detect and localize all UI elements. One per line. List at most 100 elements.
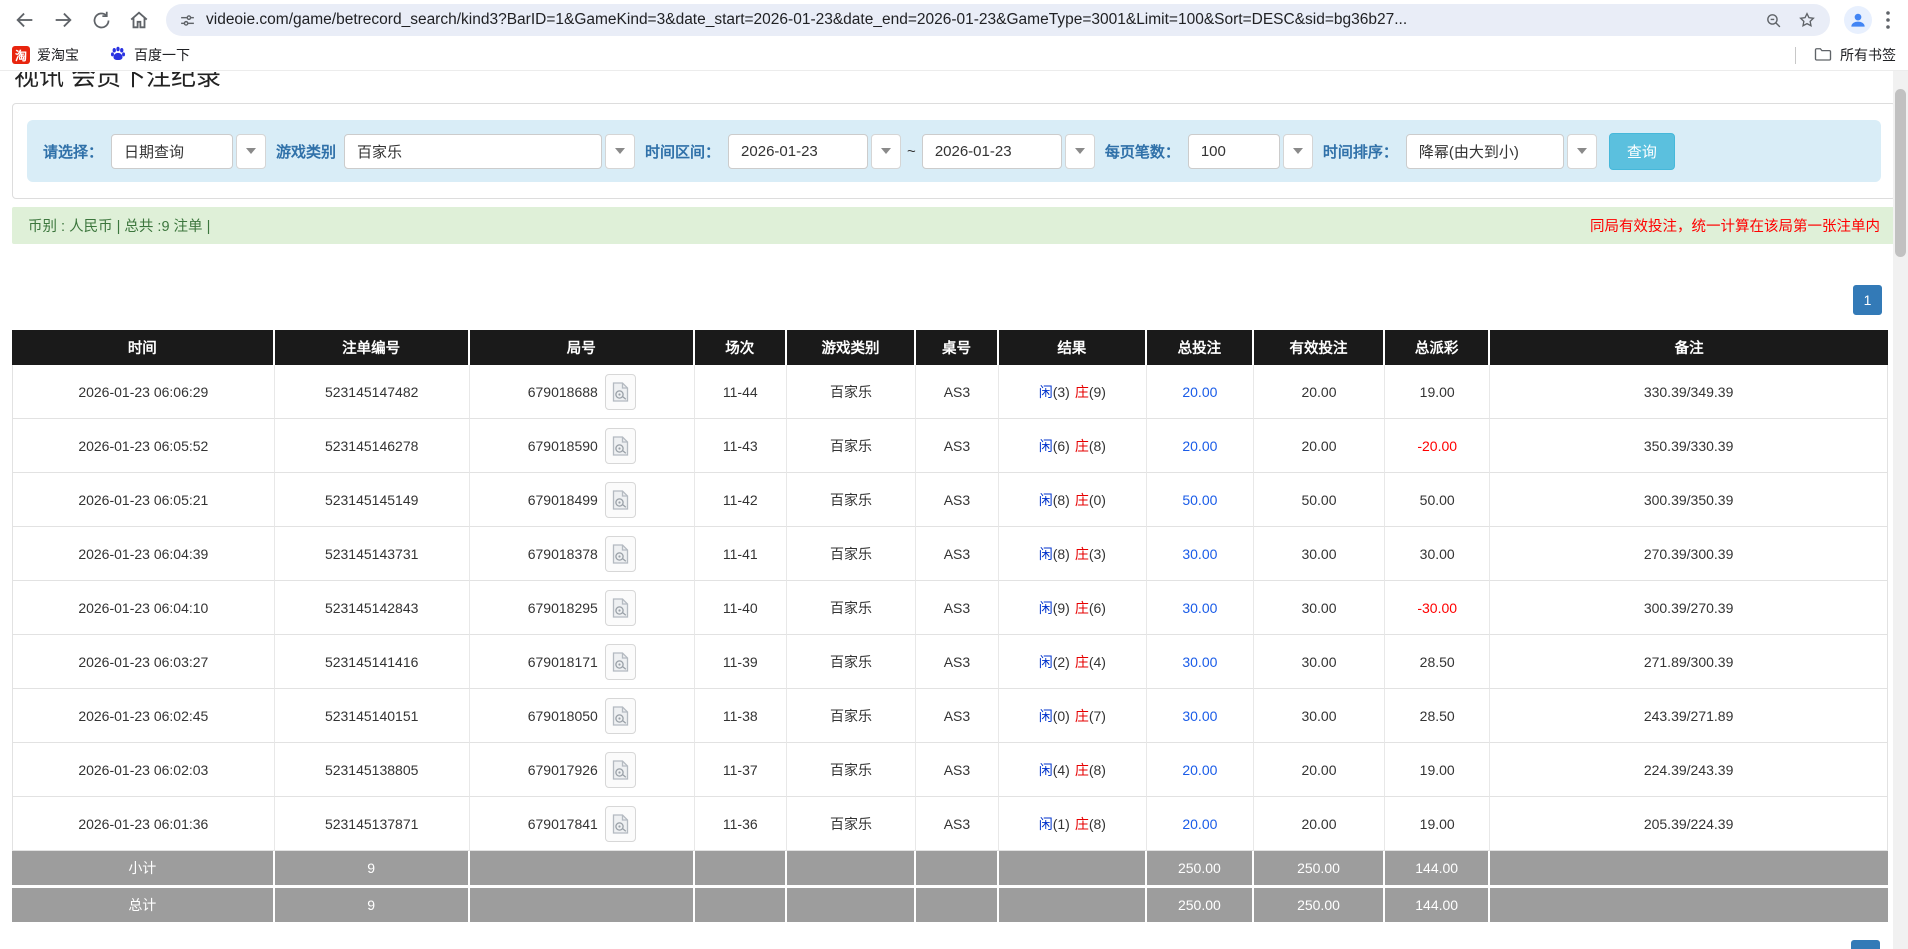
cell-result: 闲(6)庄(8)	[999, 419, 1147, 473]
chevron-down-icon[interactable]	[605, 134, 635, 169]
table-row: 2026-01-23 06:01:36 523145137871 6790178…	[12, 797, 1888, 851]
cell-session: 11-37	[695, 743, 787, 797]
chevron-down-icon[interactable]	[1283, 134, 1313, 169]
video-replay-button[interactable]	[605, 644, 636, 680]
notice-text: 同局有效投注，统一计算在该局第一张注单内	[1590, 215, 1880, 236]
reload-icon[interactable]	[86, 5, 116, 35]
bet-records-table: 时间 注单编号 局号 场次 游戏类别 桌号 结果 总投注 有效投注 总派彩 备注…	[12, 330, 1888, 922]
table-row: 2026-01-23 06:02:45 523145140151 6790180…	[12, 689, 1888, 743]
page-size-select[interactable]: 100	[1188, 134, 1313, 169]
header-round: 局号	[470, 330, 695, 365]
browser-toolbar: videoie.com/game/betrecord_search/kind3?…	[0, 0, 1908, 40]
chevron-down-icon[interactable]	[236, 134, 266, 169]
bookmark-star-icon[interactable]	[1794, 7, 1820, 33]
cell-bet-id: 523145146278	[275, 419, 470, 473]
game-type-select[interactable]: 百家乐	[344, 134, 635, 169]
sort-select[interactable]: 降幂(由大到小)	[1406, 134, 1597, 169]
video-replay-button[interactable]	[605, 752, 636, 788]
page-1-button[interactable]: 1	[1853, 285, 1882, 315]
profile-avatar-icon[interactable]	[1844, 6, 1872, 34]
cell-note: 224.39/243.39	[1490, 743, 1888, 797]
date-end-value: 2026-01-23	[922, 134, 1062, 169]
all-bookmarks[interactable]: 所有书签	[1795, 45, 1896, 65]
cell-game-type: 百家乐	[787, 797, 916, 851]
cell-total-bet[interactable]: 30.00	[1147, 581, 1254, 635]
cell-result: 闲(9)庄(6)	[999, 581, 1147, 635]
cell-game-type: 百家乐	[787, 419, 916, 473]
cell-result: 闲(3)庄(9)	[999, 365, 1147, 419]
round-number: 679017841	[528, 816, 598, 832]
bookmark-label: 百度一下	[134, 45, 190, 65]
scrollbar-thumb[interactable]	[1895, 89, 1906, 257]
cell-time: 2026-01-23 06:04:39	[12, 527, 275, 581]
zoom-icon[interactable]	[1760, 7, 1786, 33]
cell-game-type: 百家乐	[787, 473, 916, 527]
cell-total-bet[interactable]: 20.00	[1147, 365, 1254, 419]
round-number: 679018378	[528, 546, 598, 562]
cell-payout: 19.00	[1385, 365, 1490, 419]
table-row: 2026-01-23 06:05:21 523145145149 6790184…	[12, 473, 1888, 527]
url-text[interactable]: videoie.com/game/betrecord_search/kind3?…	[206, 11, 1752, 29]
cell-valid-bet: 50.00	[1254, 473, 1385, 527]
cell-payout: 30.00	[1385, 527, 1490, 581]
cell-total-bet[interactable]: 50.00	[1147, 473, 1254, 527]
cell-table: AS3	[916, 797, 999, 851]
cell-total-bet[interactable]: 30.00	[1147, 689, 1254, 743]
pagination-bottom-button[interactable]	[1851, 940, 1880, 949]
cell-payout: -30.00	[1385, 581, 1490, 635]
cell-game-type: 百家乐	[787, 365, 916, 419]
cell-table: AS3	[916, 581, 999, 635]
sort-label: 时间排序：	[1323, 141, 1398, 162]
video-replay-button[interactable]	[605, 590, 636, 626]
search-button[interactable]: 查询	[1609, 133, 1675, 170]
date-start-select[interactable]: 2026-01-23	[728, 134, 901, 169]
cell-round: 679018378	[470, 527, 695, 581]
video-replay-button[interactable]	[605, 374, 636, 410]
url-bar[interactable]: videoie.com/game/betrecord_search/kind3?…	[166, 4, 1830, 36]
chevron-down-icon[interactable]	[871, 134, 901, 169]
page-scrollbar[interactable]	[1893, 71, 1908, 949]
browser-menu-icon[interactable]	[1878, 6, 1898, 34]
banker-result: 庄	[1075, 546, 1089, 562]
cell-session: 11-36	[695, 797, 787, 851]
baidu-paw-icon	[109, 45, 127, 66]
site-settings-icon[interactable]	[174, 7, 200, 33]
cell-bet-id: 523145143731	[275, 527, 470, 581]
cell-bet-id: 523145138805	[275, 743, 470, 797]
cell-total-bet[interactable]: 20.00	[1147, 419, 1254, 473]
bookmark-baidu[interactable]: 百度一下	[109, 45, 190, 66]
round-number: 679017926	[528, 762, 598, 778]
video-replay-button[interactable]	[605, 428, 636, 464]
video-replay-button[interactable]	[605, 806, 636, 842]
video-replay-button[interactable]	[605, 698, 636, 734]
home-icon[interactable]	[124, 5, 154, 35]
chevron-down-icon[interactable]	[1065, 134, 1095, 169]
cell-valid-bet: 30.00	[1254, 635, 1385, 689]
subtotal-payout: 144.00	[1385, 851, 1490, 885]
cell-table: AS3	[916, 473, 999, 527]
cell-game-type: 百家乐	[787, 689, 916, 743]
cell-note: 330.39/349.39	[1490, 365, 1888, 419]
cell-total-bet[interactable]: 20.00	[1147, 743, 1254, 797]
subtotal-total-bet: 250.00	[1147, 851, 1254, 885]
back-icon[interactable]	[10, 5, 40, 35]
query-type-select[interactable]: 日期查询	[111, 134, 266, 169]
summary-bar: 币别 : 人民币 | 总共 :9 注单 | 同局有效投注，统一计算在该局第一张注…	[12, 207, 1896, 244]
cell-time: 2026-01-23 06:01:36	[12, 797, 275, 851]
game-type-label: 游戏类别	[276, 141, 336, 162]
video-replay-button[interactable]	[605, 536, 636, 572]
cell-note: 243.39/271.89	[1490, 689, 1888, 743]
cell-result: 闲(0)庄(7)	[999, 689, 1147, 743]
bookmark-taobao[interactable]: 淘 爱淘宝	[12, 45, 79, 65]
chevron-down-icon[interactable]	[1567, 134, 1597, 169]
game-type-value: 百家乐	[344, 134, 602, 169]
forward-icon[interactable]	[48, 5, 78, 35]
banker-result: 庄	[1075, 654, 1089, 670]
cell-total-bet[interactable]: 30.00	[1147, 527, 1254, 581]
date-end-select[interactable]: 2026-01-23	[922, 134, 1095, 169]
cell-total-bet[interactable]: 30.00	[1147, 635, 1254, 689]
cell-total-bet[interactable]: 20.00	[1147, 797, 1254, 851]
cell-time: 2026-01-23 06:02:03	[12, 743, 275, 797]
cell-note: 300.39/270.39	[1490, 581, 1888, 635]
video-replay-button[interactable]	[605, 482, 636, 518]
